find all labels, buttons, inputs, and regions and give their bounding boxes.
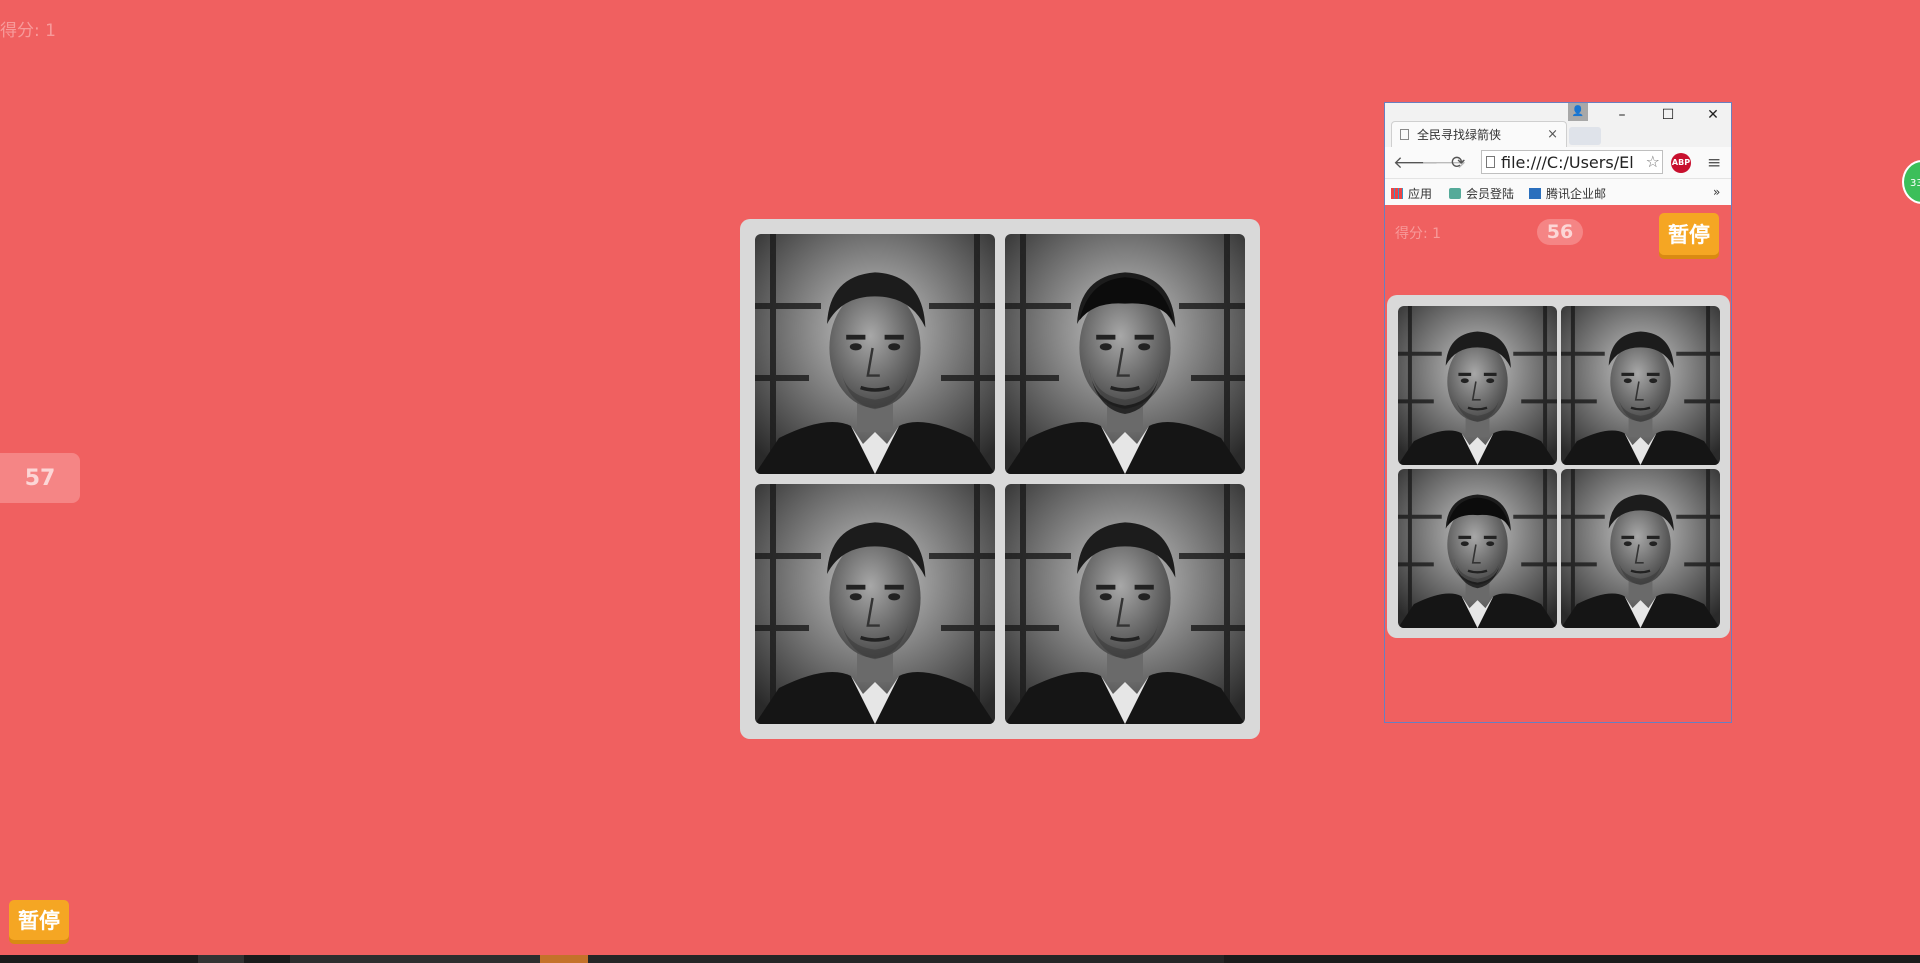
apps-grid-icon [1391,188,1403,199]
maximize-button[interactable]: ☐ [1653,107,1683,125]
bookmark-label: 腾讯企业邮 [1546,187,1607,201]
face-image [1561,306,1720,465]
mini-score-label: 得分: 1 [1395,226,1442,242]
mail-icon [1529,188,1541,199]
browser-titlebar: 👤 – ☐ ✕ 全民寻找绿箭侠 × [1385,103,1731,147]
taskbar-item[interactable] [290,955,540,963]
profile-icon[interactable]: 👤 [1568,103,1588,121]
browser-window: 👤 – ☐ ✕ 全民寻找绿箭侠 × 🡐 🡒 ⟳ file:///C:/Users… [1384,102,1732,723]
document-icon [1400,129,1409,140]
tab-close-icon[interactable]: × [1547,127,1558,142]
address-bar[interactable]: file:///C:/Users/El ☆ [1481,150,1663,174]
game-board [740,219,1260,739]
reload-icon[interactable]: ⟳ [1451,153,1465,173]
url-text: file:///C:/Users/El [1501,152,1634,172]
new-tab-button[interactable] [1569,127,1601,145]
browser-tab[interactable]: 全民寻找绿箭侠 × [1391,121,1567,147]
face-tile[interactable] [1398,306,1557,465]
browser-toolbar: 🡐 🡒 ⟳ file:///C:/Users/El ☆ ABP ≡ [1385,147,1731,179]
member-login-icon [1449,188,1461,199]
bookmark-apps[interactable]: 应用 [1391,185,1432,202]
face-image [1005,484,1245,724]
star-icon[interactable]: ☆ [1646,152,1660,171]
face-tile-target[interactable] [1398,469,1557,628]
face-tile[interactable] [1561,469,1720,628]
face-image [755,234,995,474]
face-image [1398,306,1557,465]
bookmarks-bar: 应用 会员登陆 腾讯企业邮 » [1385,179,1731,205]
bookmark-tencent-mail[interactable]: 腾讯企业邮 [1529,185,1606,202]
bookmark-label: 会员登陆 [1466,187,1515,201]
document-icon [1486,156,1495,168]
taskbar-item-active[interactable] [540,955,588,963]
minimize-button[interactable]: – [1607,107,1637,125]
mini-game-board [1387,295,1730,638]
face-image [1005,234,1245,474]
close-window-button[interactable]: ✕ [1698,107,1728,125]
face-tile[interactable] [755,484,995,724]
face-tile[interactable] [1005,484,1245,724]
countdown-timer: 57 [0,453,80,503]
bookmarks-more[interactable]: » [1713,185,1720,199]
bookmark-member-login[interactable]: 会员登陆 [1449,185,1514,202]
mini-countdown-timer: 56 [1537,219,1583,245]
side-floating-badge[interactable]: 33 [1902,160,1920,204]
tab-title: 全民寻找绿箭侠 [1417,128,1502,142]
taskbar [0,955,1920,963]
face-image [1398,469,1557,628]
face-image [1561,469,1720,628]
menu-icon[interactable]: ≡ [1707,153,1721,173]
mini-pause-button[interactable]: 暂停 [1659,213,1719,255]
face-tile-target[interactable] [1005,234,1245,474]
pause-button[interactable]: 暂停 [9,900,69,940]
adblock-icon[interactable]: ABP [1671,153,1691,173]
taskbar-item[interactable] [588,955,1224,963]
face-image [755,484,995,724]
bookmark-label: 应用 [1408,187,1433,201]
face-tile[interactable] [755,234,995,474]
taskbar-item[interactable] [198,955,244,963]
face-tile[interactable] [1561,306,1720,465]
score-label: 得分: 1 [0,21,56,41]
